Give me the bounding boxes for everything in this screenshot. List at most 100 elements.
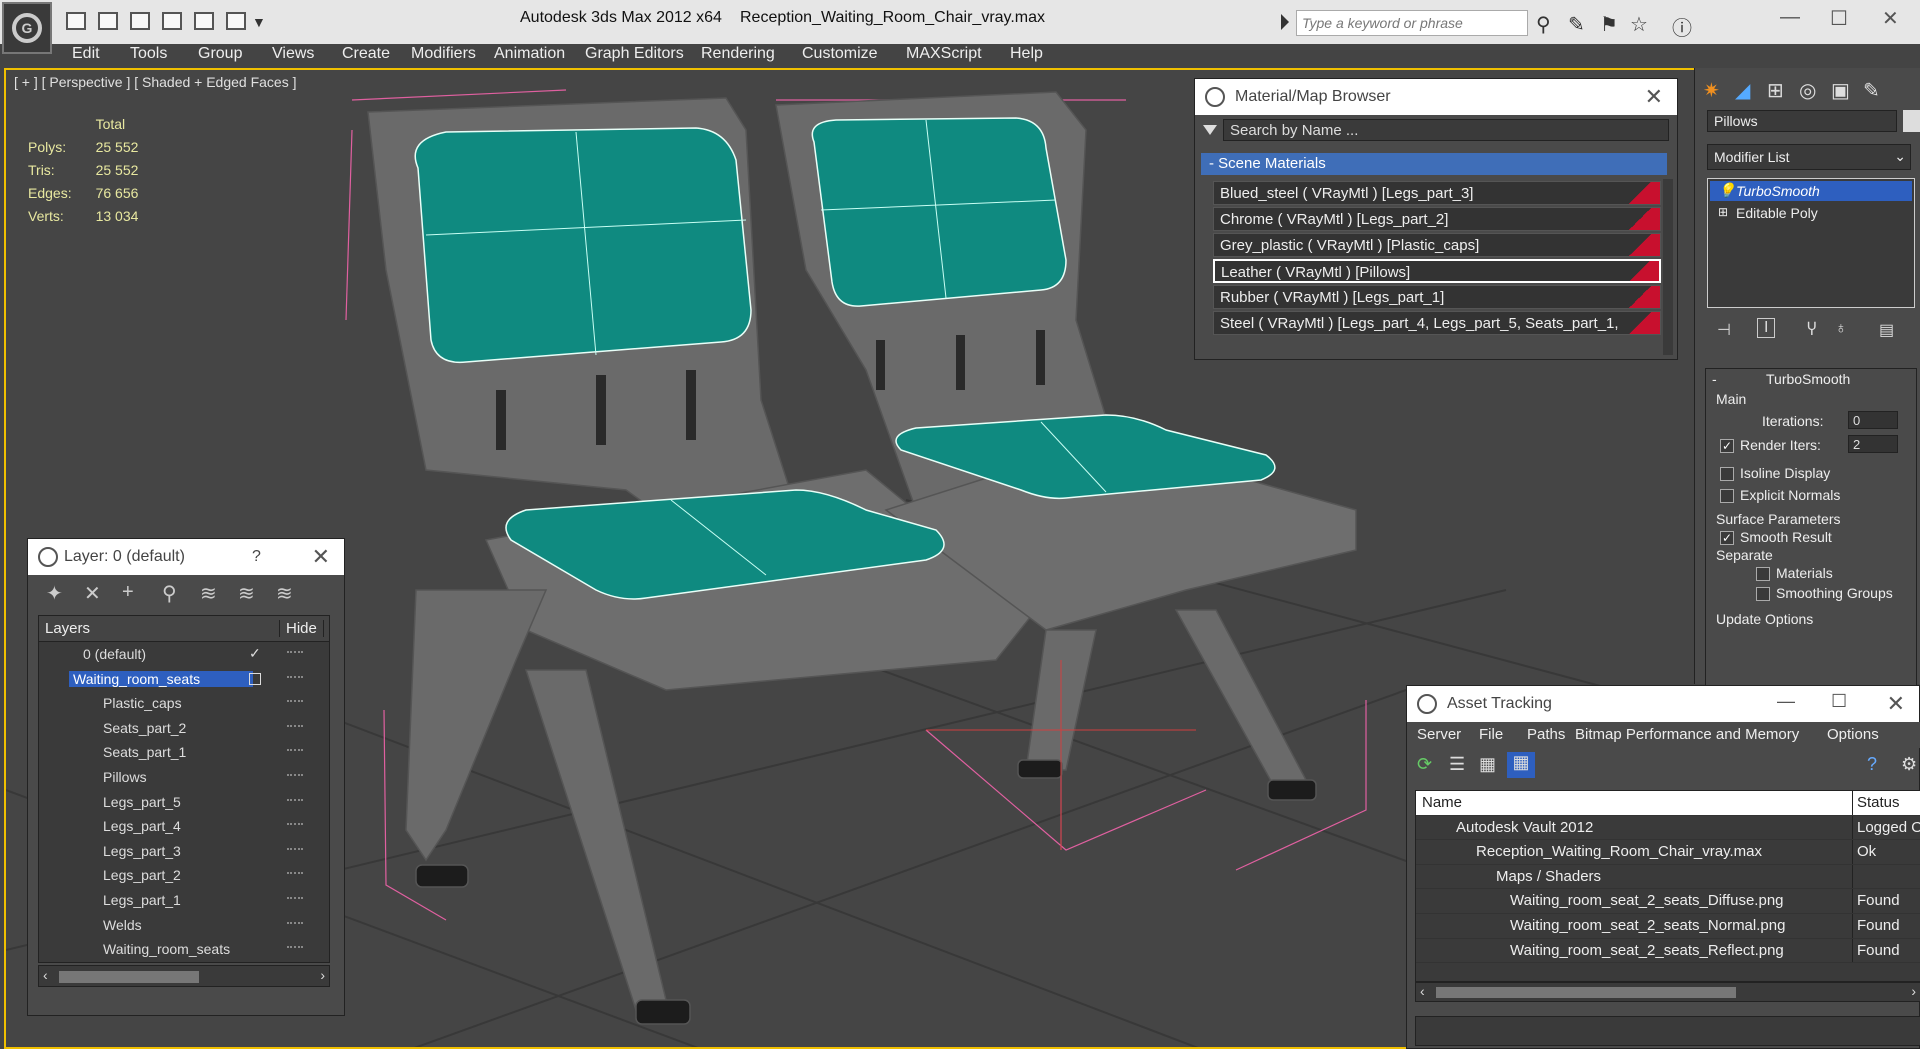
- column-status[interactable]: Status: [1857, 794, 1900, 811]
- menu-tools[interactable]: Tools: [130, 45, 167, 63]
- open-file-icon[interactable]: [66, 12, 86, 30]
- hide-toggle[interactable]: [287, 773, 303, 777]
- column-layers[interactable]: Layers: [45, 620, 90, 637]
- smooth-result-checkbox[interactable]: ✓: [1720, 531, 1734, 545]
- asset-menu-file[interactable]: File: [1479, 726, 1503, 743]
- scroll-thumb[interactable]: [1436, 987, 1736, 998]
- layer-row[interactable]: 0 (default) ✓: [39, 642, 329, 667]
- close-window-icon[interactable]: ✕: [1882, 6, 1899, 31]
- isoline-checkbox[interactable]: [1720, 467, 1734, 481]
- menu-help[interactable]: Help: [1010, 45, 1043, 63]
- help-button[interactable]: ?: [252, 548, 261, 566]
- object-row[interactable]: Legs_part_4: [39, 814, 329, 839]
- menu-create[interactable]: Create: [342, 45, 390, 63]
- hide-all-icon[interactable]: ≋: [238, 581, 255, 606]
- object-row[interactable]: Welds: [39, 913, 329, 938]
- horizontal-scrollbar[interactable]: ‹ ›: [38, 965, 330, 987]
- render-iters-spinner[interactable]: 2: [1848, 435, 1898, 453]
- remove-modifier-icon[interactable]: ♁: [1835, 320, 1847, 338]
- menu-modifiers[interactable]: Modifiers: [411, 45, 476, 63]
- scroll-left-icon[interactable]: ‹: [43, 967, 48, 983]
- hide-toggle[interactable]: [287, 946, 303, 949]
- object-row[interactable]: Seats_part_1: [39, 740, 329, 765]
- menu-animation[interactable]: Animation: [494, 45, 565, 63]
- communication-center-icon[interactable]: ⚑: [1600, 12, 1618, 37]
- create-tab-icon[interactable]: ✷: [1703, 78, 1720, 103]
- maximize-window-icon[interactable]: ☐: [1830, 6, 1848, 31]
- filter-dropdown-icon[interactable]: [1203, 125, 1217, 135]
- hide-toggle[interactable]: [287, 872, 303, 875]
- horizontal-scrollbar[interactable]: ‹ ›: [1415, 982, 1920, 1002]
- pin-stack-icon[interactable]: ⊣: [1717, 320, 1731, 340]
- minimize-icon[interactable]: —: [1777, 691, 1795, 712]
- material-item[interactable]: Chrome ( VRayMtl ) [Legs_part_2]: [1213, 207, 1661, 231]
- menu-views[interactable]: Views: [272, 45, 314, 63]
- object-name-field[interactable]: Pillows: [1707, 110, 1897, 132]
- scene-materials-group[interactable]: - Scene Materials: [1201, 153, 1667, 175]
- menu-rendering[interactable]: Rendering: [701, 45, 775, 63]
- thumbnail-view-icon[interactable]: ▦: [1479, 754, 1496, 775]
- iterations-spinner[interactable]: 0: [1848, 411, 1898, 429]
- asset-row[interactable]: Waiting_room_seat_2_seats_Diffuse.png Fou…: [1416, 889, 1920, 914]
- 3ds-max-logo-icon[interactable]: G: [2, 2, 52, 54]
- material-item[interactable]: Blued_steel ( VRayMtl ) [Legs_part_3]: [1213, 181, 1661, 205]
- fetch-icon[interactable]: [226, 12, 246, 30]
- highlight-layer-icon[interactable]: ≋: [200, 581, 217, 606]
- redo-icon[interactable]: [162, 12, 182, 30]
- hide-toggle[interactable]: [287, 921, 303, 925]
- column-hide[interactable]: Hide: [279, 620, 317, 637]
- object-row[interactable]: Seats_part_2: [39, 716, 329, 741]
- layer-panel-titlebar[interactable]: Layer: 0 (default) ? ✕: [28, 539, 344, 575]
- show-end-result-icon[interactable]: I: [1757, 318, 1776, 338]
- close-icon[interactable]: ✕: [1645, 84, 1663, 110]
- material-item[interactable]: Rubber ( VRayMtl ) [Legs_part_1]: [1213, 285, 1661, 309]
- asset-row[interactable]: Maps / Shaders: [1416, 864, 1920, 890]
- lightbulb-icon[interactable]: 💡: [1718, 182, 1735, 199]
- menu-graph-editors[interactable]: Graph Editors: [585, 45, 684, 63]
- material-item[interactable]: Steel ( VRayMtl ) [Legs_part_4, Legs_par…: [1213, 311, 1661, 335]
- close-icon[interactable]: ✕: [312, 544, 330, 570]
- hold-icon[interactable]: [194, 12, 214, 30]
- add-to-layer-icon[interactable]: +: [122, 581, 134, 604]
- material-search-input[interactable]: Search by Name ...: [1223, 119, 1669, 141]
- object-row[interactable]: Pillows: [39, 765, 329, 790]
- freeze-all-icon[interactable]: ≋: [276, 581, 293, 606]
- new-layer-icon[interactable]: ✦: [46, 581, 63, 606]
- viewport-label[interactable]: [ + ] [ Perspective ] [ Shaded + Edged F…: [14, 74, 297, 90]
- material-browser-titlebar[interactable]: Material/Map Browser ✕: [1195, 79, 1677, 115]
- asset-menu-server[interactable]: Server: [1417, 726, 1461, 743]
- subscription-icon[interactable]: ✎: [1568, 12, 1585, 37]
- object-row[interactable]: Plastic_caps: [39, 691, 329, 716]
- asset-menu-options[interactable]: Options: [1827, 726, 1879, 743]
- asset-tracking-titlebar[interactable]: Asset Tracking — ☐ ✕: [1407, 686, 1919, 722]
- hide-toggle[interactable]: [287, 823, 303, 826]
- scroll-left-icon[interactable]: ‹: [1420, 983, 1425, 999]
- menu-customize[interactable]: Customize: [802, 45, 878, 63]
- vault-icon[interactable]: ⚙: [1901, 754, 1917, 775]
- object-color-swatch[interactable]: [1903, 110, 1920, 132]
- hide-toggle[interactable]: [287, 700, 303, 703]
- menu-group[interactable]: Group: [198, 45, 242, 63]
- rollout-collapse[interactable]: -: [1712, 371, 1717, 387]
- material-item-selected[interactable]: Leather ( VRayMtl ) [Pillows]: [1213, 259, 1661, 283]
- scroll-right-icon[interactable]: ›: [1911, 983, 1916, 999]
- hide-toggle[interactable]: [287, 724, 303, 728]
- help-icon[interactable]: ⓘ: [1672, 12, 1692, 41]
- asset-row[interactable]: Autodesk Vault 2012 Logged Ou: [1416, 815, 1920, 841]
- select-objects-icon[interactable]: ⚲: [162, 581, 177, 606]
- hide-toggle[interactable]: [287, 896, 303, 900]
- layer-row-selected[interactable]: Waiting_room_seats: [39, 667, 329, 692]
- render-iters-checkbox[interactable]: ✓: [1720, 439, 1734, 453]
- asset-menu-bitmap[interactable]: Bitmap Performance and Memory: [1575, 726, 1799, 743]
- asset-menu-paths[interactable]: Paths: [1527, 726, 1565, 743]
- material-item[interactable]: Grey_plastic ( VRayMtl ) [Plastic_caps]: [1213, 233, 1661, 257]
- maximize-icon[interactable]: ☐: [1831, 691, 1847, 712]
- list-view-icon[interactable]: ☰: [1449, 754, 1465, 775]
- make-unique-icon[interactable]: Ⴤ: [1807, 320, 1817, 340]
- vertical-scrollbar[interactable]: [1663, 179, 1673, 355]
- menu-maxscript[interactable]: MAXScript: [906, 45, 982, 63]
- close-icon[interactable]: ✕: [1887, 691, 1905, 717]
- configure-sets-icon[interactable]: ▤: [1879, 320, 1894, 340]
- smoothing-groups-checkbox[interactable]: [1756, 587, 1770, 601]
- help-icon[interactable]: ?: [1867, 754, 1877, 775]
